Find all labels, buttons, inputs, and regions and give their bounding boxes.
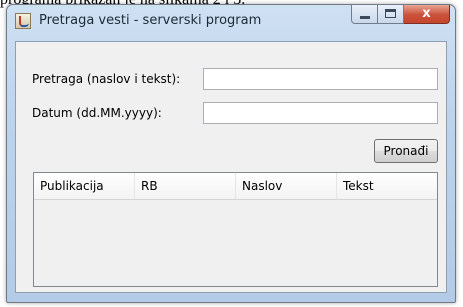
java-app-icon (15, 13, 31, 29)
window-title: Pretraga vesti - serverski program (39, 13, 262, 28)
date-input[interactable] (203, 102, 438, 124)
minimize-button[interactable] (351, 5, 378, 24)
column-header-tekst[interactable]: Tekst (337, 173, 437, 199)
search-input[interactable] (203, 68, 438, 90)
results-table[interactable]: Publikacija RB Naslov Tekst (33, 172, 438, 287)
date-label: Datum (dd.MM.yyyy): (32, 106, 162, 120)
close-icon: x (422, 6, 431, 21)
caption-buttons: x (351, 5, 450, 25)
maximize-button[interactable] (378, 5, 404, 24)
search-label: Pretraga (naslov i tekst): (32, 72, 181, 86)
column-header-naslov[interactable]: Naslov (236, 173, 337, 199)
column-header-publikacija[interactable]: Publikacija (34, 173, 135, 199)
minimize-icon (360, 16, 370, 19)
column-header-rb[interactable]: RB (135, 173, 236, 199)
title-bar[interactable]: Pretraga vesti - serverski program x (7, 5, 455, 41)
table-header: Publikacija RB Naslov Tekst (34, 173, 437, 200)
client-area: Pretraga (naslov i tekst): Datum (dd.MM.… (15, 41, 447, 293)
close-button[interactable]: x (404, 5, 450, 24)
app-window: Pretraga vesti - serverski program x Pre… (6, 4, 456, 303)
find-button[interactable]: Pronađi (374, 139, 438, 163)
maximize-icon (385, 9, 396, 18)
